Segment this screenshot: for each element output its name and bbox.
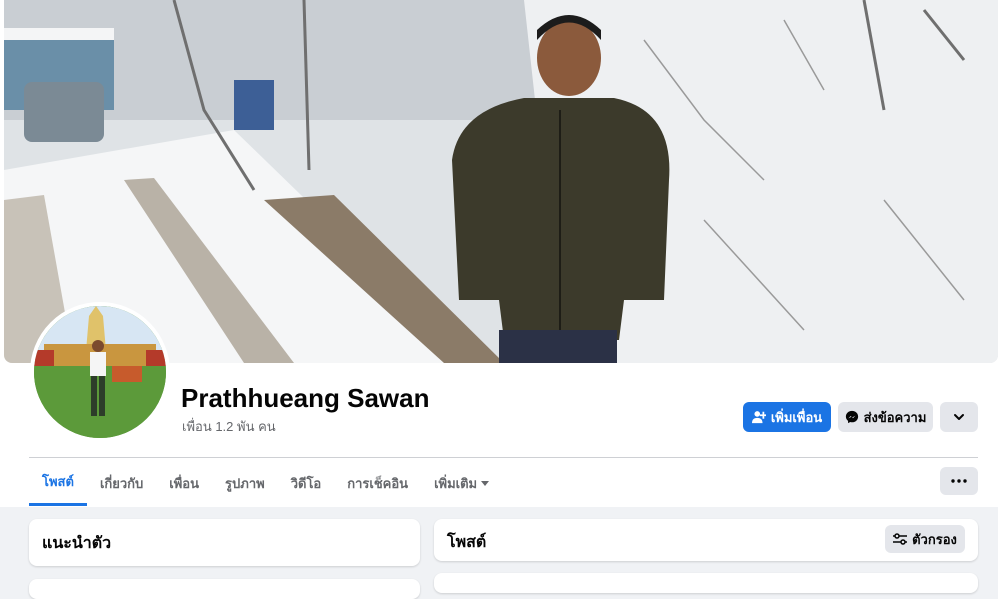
- profile-header: Prathhueang Sawan เพื่อน 1.2 พัน คน เพิ่…: [0, 0, 998, 507]
- profile-more-button[interactable]: [940, 402, 978, 432]
- tab-videos-label: วิดีโอ: [290, 475, 322, 491]
- friends-count[interactable]: เพื่อน 1.2 พัน คน: [182, 416, 276, 437]
- profile-tabs: โพสต์ เกี่ยวกับ เพื่อน รูปภาพ วิดีโอ การ…: [29, 460, 502, 506]
- add-friend-button[interactable]: เพิ่มเพื่อน: [743, 402, 831, 432]
- sliders-icon: [893, 533, 908, 545]
- tab-posts[interactable]: โพสต์: [29, 460, 87, 506]
- tab-friends[interactable]: เพื่อน: [156, 460, 212, 506]
- tab-more[interactable]: เพิ่มเติม: [421, 460, 502, 506]
- tab-posts-label: โพสต์: [42, 474, 74, 489]
- filter-label: ตัวกรอง: [912, 531, 957, 547]
- filter-button[interactable]: ตัวกรอง: [885, 525, 965, 553]
- add-friend-label: เพิ่มเพื่อน: [770, 409, 823, 425]
- message-button[interactable]: ส่งข้อความ: [838, 402, 933, 432]
- intro-card: แนะนำตัว: [29, 519, 420, 566]
- profile-picture[interactable]: [30, 302, 170, 442]
- next-card-left: [29, 579, 420, 599]
- messenger-icon: [845, 410, 858, 424]
- intro-title: แนะนำตัว: [42, 535, 112, 552]
- message-label: ส่งข้อความ: [863, 409, 927, 425]
- posts-card: โพสต์ ตัวกรอง: [434, 519, 978, 561]
- ellipsis-icon: [951, 479, 967, 483]
- profile-name: Prathhueang Sawan: [181, 383, 430, 413]
- tab-about[interactable]: เกี่ยวกับ: [87, 460, 156, 506]
- cover-photo[interactable]: [4, 0, 998, 363]
- tab-videos[interactable]: วิดีโอ: [278, 460, 335, 506]
- tab-friends-label: เพื่อน: [169, 475, 200, 491]
- tabs-overflow-button[interactable]: [940, 467, 978, 495]
- posts-title: โพสต์: [447, 534, 487, 551]
- tab-checkins[interactable]: การเช็คอิน: [334, 460, 421, 506]
- tab-checkins-label: การเช็คอิน: [347, 475, 409, 491]
- tab-photos[interactable]: รูปภาพ: [212, 460, 278, 506]
- person-add-icon: [751, 411, 766, 424]
- caret-down-icon: [481, 481, 490, 486]
- chevron-down-icon: [954, 414, 964, 420]
- tab-more-label: เพิ่มเติม: [434, 475, 478, 491]
- tab-about-label: เกี่ยวกับ: [99, 475, 144, 491]
- tab-photos-label: รูปภาพ: [225, 475, 265, 491]
- header-divider: [29, 457, 978, 458]
- next-card-right: [434, 573, 978, 593]
